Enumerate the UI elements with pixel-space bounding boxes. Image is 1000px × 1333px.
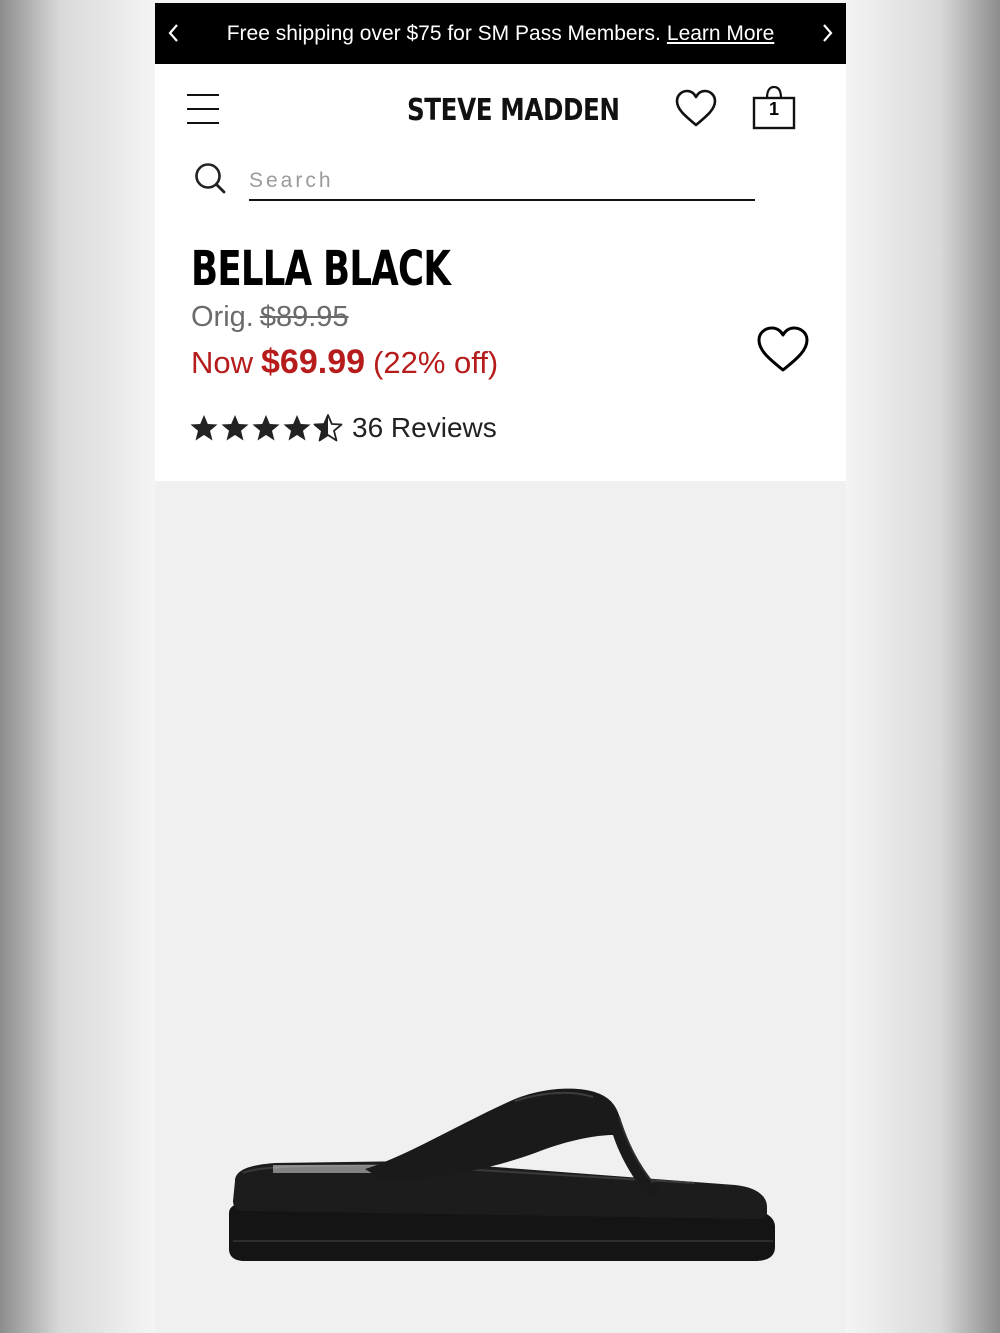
product-title: BELLA BLACK bbox=[191, 241, 451, 297]
reviews-link[interactable]: 36 Reviews bbox=[352, 412, 497, 444]
now-label: Now bbox=[191, 345, 254, 380]
orig-label: Orig. bbox=[191, 301, 254, 333]
bag-item-count: 1 bbox=[768, 99, 779, 119]
sale-price-row: Now $69.99 (22% off) bbox=[191, 343, 498, 382]
chevron-left-icon[interactable] bbox=[161, 20, 187, 46]
product-image-gallery[interactable] bbox=[155, 481, 846, 1333]
hamburger-menu-icon[interactable] bbox=[185, 91, 221, 127]
wishlist-heart-icon[interactable] bbox=[674, 89, 718, 129]
learn-more-link[interactable]: Learn More bbox=[667, 22, 774, 45]
promo-banner: Free shipping over $75 for SM Pass Membe… bbox=[155, 3, 846, 64]
original-price-row: Orig. $89.95 bbox=[191, 301, 349, 334]
mobile-viewport: Free shipping over $75 for SM Pass Membe… bbox=[155, 3, 846, 1333]
star-full-icon bbox=[283, 415, 311, 441]
star-full-icon bbox=[190, 415, 218, 441]
star-half-icon bbox=[313, 414, 343, 442]
discount-percent: (22% off) bbox=[373, 345, 499, 380]
original-price: $89.95 bbox=[259, 301, 349, 333]
add-to-wishlist-heart-icon[interactable] bbox=[755, 325, 811, 375]
star-full-icon bbox=[252, 415, 280, 441]
rating-stars[interactable] bbox=[189, 413, 344, 445]
search-icon[interactable] bbox=[193, 161, 227, 195]
promo-message: Free shipping over $75 for SM Pass Membe… bbox=[227, 22, 775, 46]
product-image-sandal bbox=[229, 1088, 775, 1261]
promo-text: Free shipping over $75 for SM Pass Membe… bbox=[226, 22, 661, 45]
sale-price: $69.99 bbox=[261, 343, 366, 381]
steve-madden-logo[interactable]: STEVE MADDEN bbox=[407, 93, 620, 129]
search-input[interactable] bbox=[249, 163, 755, 201]
chevron-right-icon[interactable] bbox=[814, 20, 840, 46]
star-full-icon bbox=[221, 415, 249, 441]
